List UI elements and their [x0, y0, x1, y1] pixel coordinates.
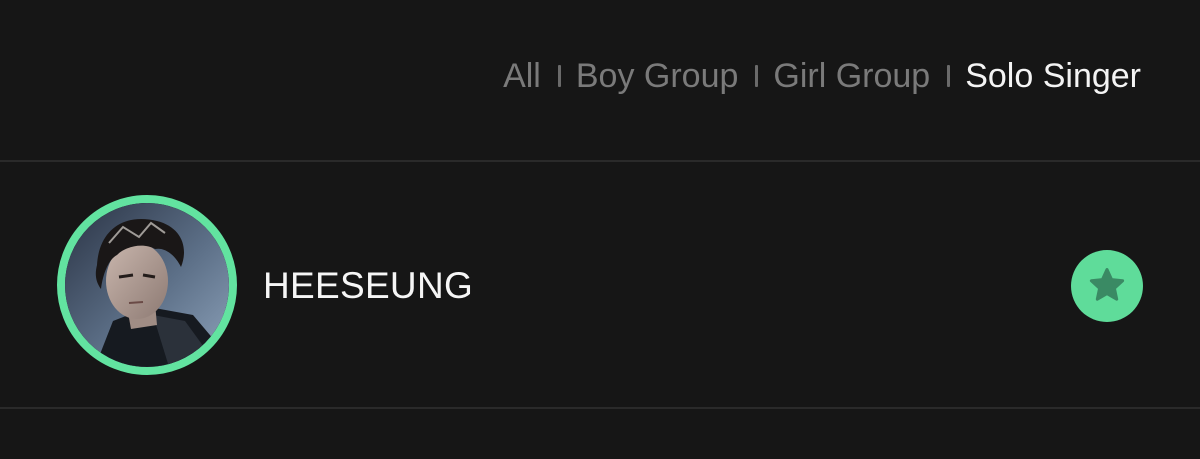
avatar-photo	[65, 203, 229, 367]
filter-separator	[947, 65, 951, 87]
filter-separator	[755, 65, 759, 87]
filter-solo-singer[interactable]: Solo Singer	[965, 52, 1141, 100]
filter-boy-group[interactable]: Boy Group	[576, 52, 739, 100]
list-divider	[0, 407, 1200, 409]
artist-avatar[interactable]	[57, 195, 237, 375]
filter-girl-group[interactable]: Girl Group	[773, 52, 930, 100]
filter-all[interactable]: All	[503, 52, 541, 100]
favorite-button[interactable]	[1071, 250, 1143, 322]
artist-name: HEESEUNG	[263, 265, 474, 306]
star-icon	[1089, 268, 1125, 301]
category-filter-bar: All Boy Group Girl Group Solo Singer	[503, 52, 1141, 100]
artist-list-page: All Boy Group Girl Group Solo Singer HEE…	[0, 0, 1200, 459]
filter-separator	[557, 65, 561, 87]
artist-list-item[interactable]: HEESEUNG	[0, 162, 1200, 407]
